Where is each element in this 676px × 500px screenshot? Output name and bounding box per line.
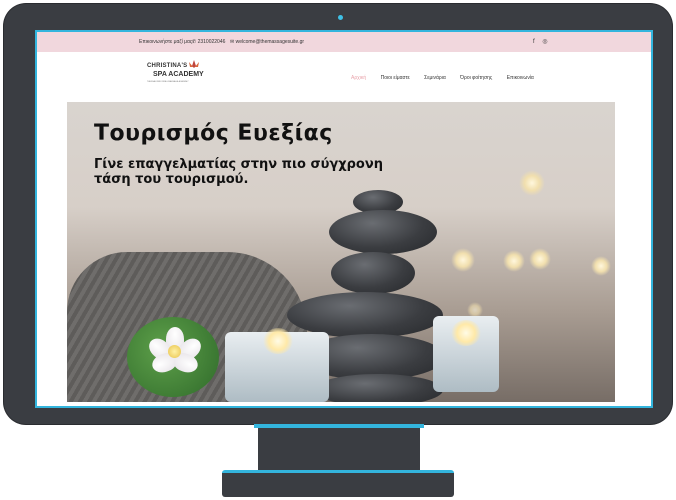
email-link[interactable]: ✉ welcome@themassagesuite.gr bbox=[230, 39, 304, 45]
site-logo[interactable]: CHRISTINA'S SPA ACADEMY THESSALONIKI SPA… bbox=[147, 60, 213, 86]
water-lily bbox=[145, 327, 205, 376]
nav-item-about[interactable]: Ποιοι είμαστε bbox=[381, 75, 410, 81]
hero-banner: Τουρισμός Ευεξίας Γίνε επαγγελματίας στη… bbox=[67, 102, 615, 402]
hero-title: Τουρισμός Ευεξίας bbox=[94, 121, 333, 146]
phone-link[interactable]: ✆ 2310022046 bbox=[192, 39, 225, 45]
nav-item-home[interactable]: Αρχική bbox=[351, 75, 366, 81]
top-info-bar: Επικοινωνήστε μαζί μας: ✆ 2310022046 ✉ w… bbox=[37, 32, 651, 52]
email-address: welcome@themassagesuite.gr bbox=[235, 39, 305, 45]
facebook-icon[interactable]: f bbox=[533, 39, 535, 45]
bokeh-light bbox=[519, 170, 545, 196]
stone-3 bbox=[331, 252, 415, 294]
social-links: f ◎ bbox=[533, 38, 554, 45]
webcam-icon bbox=[338, 15, 343, 20]
candle-flame bbox=[451, 320, 481, 346]
bokeh-light bbox=[451, 248, 475, 272]
monitor-frame: Επικοινωνήστε μαζί μας: ✆ 2310022046 ✉ w… bbox=[4, 4, 672, 424]
main-navigation: Αρχική Ποιοι είμαστε Σεμινάρια Όροι φοίτ… bbox=[351, 75, 547, 81]
monitor-stand-neck bbox=[258, 424, 420, 472]
website-screen: Επικοινωνήστε μαζί μας: ✆ 2310022046 ✉ w… bbox=[35, 30, 653, 408]
nav-item-terms[interactable]: Όροι φοίτησης bbox=[460, 75, 492, 81]
monitor-stand-base bbox=[222, 470, 454, 497]
instagram-icon[interactable]: ◎ bbox=[542, 39, 547, 45]
bokeh-light bbox=[529, 248, 551, 270]
contact-label: Επικοινωνήστε μαζί μας: bbox=[139, 39, 194, 45]
bokeh-light bbox=[503, 250, 525, 272]
hero-subtitle: Γίνε επαγγελματίας στην πιο σύγχρονη τάσ… bbox=[94, 157, 383, 187]
bokeh-light bbox=[591, 256, 611, 276]
candle-flame bbox=[263, 328, 293, 354]
logo-tagline: THESSALONIKI SPA & MASSAGE ACADEMY bbox=[147, 81, 189, 83]
monitor-stand-edge bbox=[254, 424, 424, 428]
lotus-icon bbox=[189, 60, 199, 68]
logo-line1: CHRISTINA'S bbox=[147, 63, 188, 69]
phone-number: 2310022046 bbox=[197, 39, 226, 45]
nav-item-seminars[interactable]: Σεμινάρια bbox=[424, 75, 446, 81]
site-header: CHRISTINA'S SPA ACADEMY THESSALONIKI SPA… bbox=[37, 52, 651, 98]
stone-6 bbox=[313, 374, 443, 402]
nav-item-contact[interactable]: Επικοινωνία bbox=[507, 75, 534, 81]
stone-2 bbox=[329, 210, 437, 254]
logo-line2: SPA ACADEMY bbox=[153, 71, 204, 78]
